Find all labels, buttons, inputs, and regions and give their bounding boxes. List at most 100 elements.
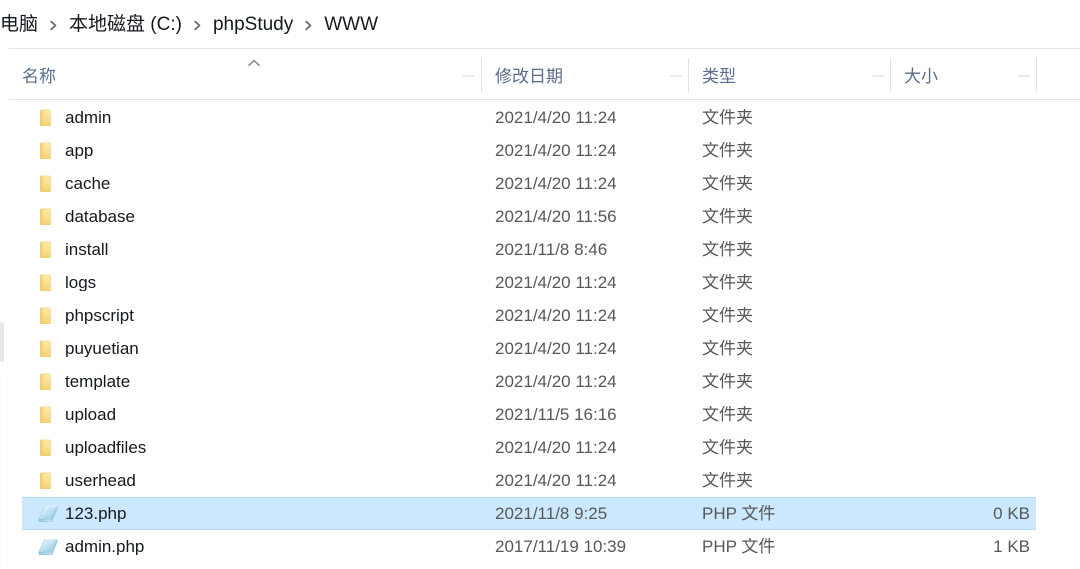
folder-icon (34, 402, 62, 428)
file-row[interactable]: 123.php 2021/11/8 9:25 PHP 文件 0 KB (8, 497, 1080, 530)
file-size: 1 KB (993, 538, 1030, 555)
folder-icon (34, 270, 62, 296)
file-name: app (65, 142, 94, 159)
file-name: install (65, 241, 109, 258)
file-type: 文件夹 (702, 274, 753, 291)
file-size: 0 KB (993, 505, 1030, 522)
file-type: 文件夹 (702, 340, 753, 357)
file-modified-date: 2021/4/20 11:24 (495, 472, 617, 489)
folder-icon (34, 369, 62, 395)
column-grip-mark (872, 75, 884, 77)
column-resize-handle-date[interactable] (481, 58, 482, 92)
file-name: cache (65, 175, 111, 192)
file-name: admin (65, 109, 112, 126)
file-row[interactable]: app 2021/4/20 11:24 文件夹 (8, 134, 1080, 167)
file-modified-date: 2021/4/20 11:24 (495, 439, 617, 456)
file-type: 文件夹 (702, 142, 753, 159)
column-grip-mark (463, 75, 475, 77)
breadcrumb-item-0[interactable]: 电脑 (0, 12, 40, 37)
chevron-right-icon[interactable] (295, 20, 322, 31)
file-name: admin.php (65, 538, 145, 555)
file-row[interactable]: admin.php 2017/11/19 10:39 PHP 文件 1 KB (8, 530, 1080, 563)
column-resize-handle-type[interactable] (688, 58, 689, 92)
file-modified-date: 2021/4/20 11:56 (495, 208, 617, 225)
column-header-type[interactable]: 类型 (688, 49, 890, 99)
breadcrumb-item-2[interactable]: phpStudy (211, 12, 295, 37)
column-resize-handle-end[interactable] (1036, 58, 1037, 92)
chevron-right-icon[interactable] (40, 20, 67, 31)
file-row[interactable]: puyuetian 2021/4/20 11:24 文件夹 (8, 332, 1080, 365)
file-name: database (65, 208, 135, 225)
file-type: 文件夹 (702, 373, 753, 390)
file-modified-date: 2021/4/20 11:24 (495, 373, 617, 390)
file-type: 文件夹 (702, 109, 753, 126)
file-row[interactable]: install 2021/11/8 8:46 文件夹 (8, 233, 1080, 266)
file-row[interactable]: database 2021/4/20 11:56 文件夹 (8, 200, 1080, 233)
file-type: 文件夹 (702, 307, 753, 324)
folder-icon (34, 204, 62, 230)
file-type: 文件夹 (702, 406, 753, 423)
folder-icon (34, 303, 62, 329)
file-list[interactable]: admin 2021/4/20 11:24 文件夹 app 2021/4/20 11:2… (8, 101, 1080, 569)
file-type: PHP 文件 (702, 505, 776, 522)
folder-icon (34, 435, 62, 461)
file-name: phpscript (65, 307, 134, 324)
file-modified-date: 2021/11/8 8:46 (495, 241, 608, 258)
php-file-icon (34, 501, 62, 527)
file-modified-date: 2021/4/20 11:24 (495, 274, 617, 291)
column-resize-handle-size[interactable] (890, 58, 891, 92)
file-modified-date: 2021/11/8 9:25 (495, 505, 608, 522)
column-header-name[interactable]: 名称 (8, 49, 481, 99)
breadcrumb-item-1[interactable]: 本地磁盘 (C:) (67, 12, 184, 37)
folder-icon (34, 138, 62, 164)
column-header-label: 类型 (702, 66, 736, 86)
column-header-date[interactable]: 修改日期 (481, 49, 688, 99)
breadcrumb-item-3[interactable]: WWW (322, 12, 380, 37)
column-grip-mark (1018, 75, 1030, 77)
file-name: 123.php (65, 505, 127, 522)
column-header-label: 修改日期 (495, 66, 563, 86)
folder-icon (34, 237, 62, 263)
folder-icon (34, 171, 62, 197)
column-grip-mark (670, 75, 682, 77)
file-row[interactable]: phpscript 2021/4/20 11:24 文件夹 (8, 299, 1080, 332)
file-row[interactable]: cache 2021/4/20 11:24 文件夹 (8, 167, 1080, 200)
file-name: template (65, 373, 131, 390)
file-name: logs (65, 274, 97, 291)
file-type: PHP 文件 (702, 538, 776, 555)
column-header-label: 名称 (22, 66, 56, 86)
folder-icon (34, 336, 62, 362)
file-name: userhead (65, 472, 136, 489)
column-header-row[interactable]: 名称 修改日期 类型 大小 (8, 48, 1080, 100)
breadcrumb[interactable]: 电脑 本地磁盘 (C:) phpStudy WWW (0, 0, 1080, 48)
file-type: 文件夹 (702, 439, 753, 456)
file-row[interactable]: logs 2021/4/20 11:24 文件夹 (8, 266, 1080, 299)
file-type: 文件夹 (702, 472, 753, 489)
file-row[interactable]: userhead 2021/4/20 11:24 文件夹 (8, 464, 1080, 497)
file-type: 文件夹 (702, 175, 753, 192)
file-modified-date: 2021/4/20 11:24 (495, 340, 617, 357)
file-modified-date: 2021/4/20 11:24 (495, 175, 617, 192)
column-header-size[interactable]: 大小 (890, 49, 1036, 99)
file-modified-date: 2021/4/20 11:24 (495, 142, 617, 159)
file-modified-date: 2021/4/20 11:24 (495, 307, 617, 324)
file-row[interactable]: uploadfiles 2021/4/20 11:24 文件夹 (8, 431, 1080, 464)
file-row[interactable]: upload 2021/11/5 16:16 文件夹 (8, 398, 1080, 431)
file-modified-date: 2021/4/20 11:24 (495, 109, 617, 126)
file-type: 文件夹 (702, 241, 753, 258)
folder-icon (34, 468, 62, 494)
file-name: uploadfiles (65, 439, 147, 456)
chevron-right-icon[interactable] (184, 20, 211, 31)
file-type: 文件夹 (702, 208, 753, 225)
folder-icon (34, 105, 62, 131)
php-file-icon (34, 534, 62, 560)
file-modified-date: 2021/11/5 16:16 (495, 406, 617, 423)
file-name: upload (65, 406, 117, 423)
sort-ascending-chevron-icon (246, 58, 262, 68)
file-row[interactable]: template 2021/4/20 11:24 文件夹 (8, 365, 1080, 398)
file-row[interactable]: admin 2021/4/20 11:24 文件夹 (8, 101, 1080, 134)
file-name: puyuetian (65, 340, 139, 357)
navigation-scrollbar-thumb[interactable] (0, 322, 4, 362)
column-header-label: 大小 (904, 66, 938, 86)
file-modified-date: 2017/11/19 10:39 (495, 538, 627, 555)
